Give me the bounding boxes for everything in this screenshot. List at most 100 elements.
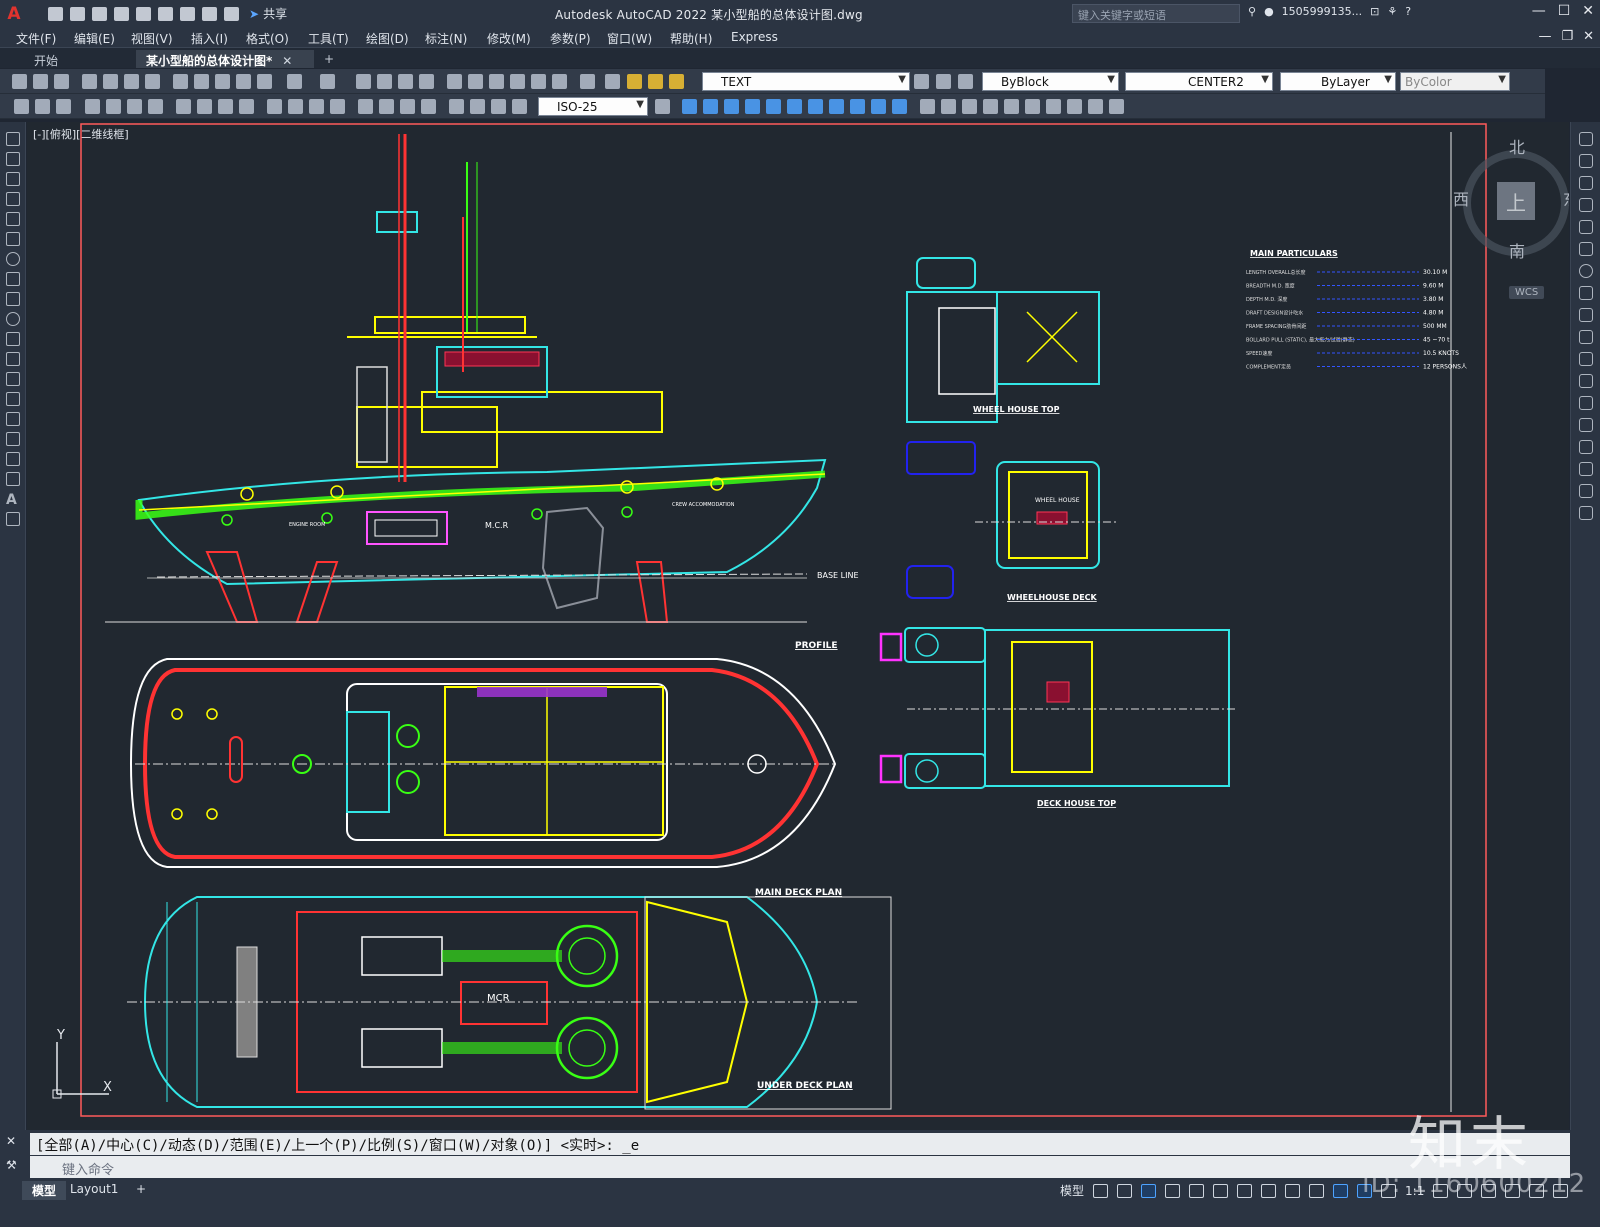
add-layout-button[interactable]: + [126, 1181, 156, 1197]
workspace-settings-icon[interactable] [35, 99, 50, 114]
design-center-icon[interactable] [468, 74, 483, 89]
layer-previous-icon[interactable] [936, 74, 951, 89]
sun-icon[interactable] [648, 74, 663, 89]
dimstyle-manager-icon[interactable] [655, 99, 670, 114]
user-icon[interactable]: ● [1264, 5, 1274, 18]
erase-icon[interactable] [1004, 99, 1019, 114]
break-icon[interactable] [941, 99, 956, 114]
qnew-icon[interactable] [12, 74, 27, 89]
copy-icon[interactable] [1579, 154, 1593, 168]
menu-draw[interactable]: 绘图(D) [366, 30, 409, 47]
close-command-icon[interactable]: ✕ [6, 1134, 16, 1148]
lineweight-dropdown[interactable]: ByLayer ▼ [1280, 72, 1396, 91]
autodesk-app-icon[interactable]: ⚘ [1387, 5, 1397, 18]
dimension-style-icon[interactable] [512, 99, 527, 114]
table-icon[interactable] [6, 472, 20, 486]
command-input[interactable]: 键入命令 [30, 1156, 1570, 1178]
search-icon[interactable]: ⚲ [1248, 5, 1256, 18]
grid-icon[interactable] [1093, 1183, 1109, 1198]
spline-icon[interactable] [6, 292, 20, 306]
menu-edit[interactable]: 编辑(E) [74, 30, 115, 47]
menu-format[interactable]: 格式(O) [246, 30, 289, 47]
match-properties-icon[interactable] [236, 74, 251, 89]
viewcube-top-face[interactable]: 上 [1497, 182, 1535, 220]
compass-west[interactable]: 西 [1453, 186, 1469, 210]
wcs-menu[interactable]: WCS [1509, 286, 1545, 299]
text-front-icon[interactable] [1088, 99, 1103, 114]
inspection-icon[interactable] [400, 99, 415, 114]
explode-icon[interactable] [920, 99, 935, 114]
break-icon[interactable] [1579, 396, 1593, 410]
explode-icon[interactable] [1579, 506, 1593, 520]
scale-icon[interactable] [1579, 286, 1593, 300]
dimension-text-edit-icon[interactable] [470, 99, 485, 114]
menu-window[interactable]: 窗口(W) [607, 30, 652, 47]
cut-icon[interactable] [173, 74, 188, 89]
publish-icon[interactable] [124, 74, 139, 89]
close-icon[interactable]: ✕ [1582, 3, 1594, 19]
draworder-icon[interactable] [1067, 99, 1082, 114]
tolerance-icon[interactable] [358, 99, 373, 114]
mirror-icon[interactable] [766, 99, 781, 114]
snap-icon[interactable] [1117, 1183, 1133, 1198]
3d-print-icon[interactable] [145, 74, 160, 89]
transparency-icon[interactable] [1285, 1183, 1301, 1198]
point-icon[interactable] [6, 392, 20, 406]
menu-modify[interactable]: 修改(M) [487, 30, 531, 47]
make-block-icon[interactable] [6, 372, 20, 386]
ellipse-icon[interactable] [6, 312, 20, 326]
paste-icon[interactable] [215, 74, 230, 89]
diameter-icon[interactable] [218, 99, 233, 114]
group-icon[interactable] [1025, 99, 1040, 114]
stretch-icon[interactable] [724, 99, 739, 114]
redo-icon[interactable] [224, 6, 239, 21]
workspace-icon[interactable] [14, 99, 29, 114]
object-snap-tracking-icon[interactable] [1213, 1183, 1229, 1198]
array-icon[interactable] [871, 99, 886, 114]
angular-icon[interactable] [239, 99, 254, 114]
help-icon[interactable]: ? [1405, 5, 1411, 18]
line-icon[interactable] [6, 132, 20, 146]
ordinate-icon[interactable] [148, 99, 163, 114]
ellipse-arc-icon[interactable] [6, 332, 20, 346]
linear-dimension-icon[interactable] [85, 99, 100, 114]
tab-drawing[interactable]: 某小型船的总体设计图* ✕ [136, 50, 314, 68]
open-icon[interactable] [33, 74, 48, 89]
aligned-dimension-icon[interactable] [106, 99, 121, 114]
hatch-back-icon[interactable] [1109, 99, 1124, 114]
add-selected-icon[interactable] [6, 512, 20, 526]
trim-icon[interactable] [808, 99, 823, 114]
copy-object-icon[interactable] [703, 99, 718, 114]
insert-block-icon[interactable] [6, 352, 20, 366]
compass-north[interactable]: 北 [1509, 134, 1525, 158]
polyline-icon[interactable] [6, 172, 20, 186]
baseline-icon[interactable] [288, 99, 303, 114]
zoom-window-icon[interactable] [398, 74, 413, 89]
close-tab-icon[interactable]: ✕ [282, 54, 292, 68]
ungroup-icon[interactable] [1046, 99, 1061, 114]
make-current-icon[interactable] [914, 74, 929, 89]
radius-icon[interactable] [176, 99, 191, 114]
drawing-canvas[interactable]: [-][俯视][二维线框] BASE LINE M.C.R CREW ACCOM… [27, 122, 1569, 1130]
model-space-label[interactable]: 模型 [1060, 1182, 1084, 1199]
doc-restore-icon[interactable]: ❐ [1561, 29, 1573, 44]
open-file-icon[interactable] [70, 6, 85, 21]
join-icon[interactable] [962, 99, 977, 114]
chamfer-icon[interactable] [1579, 440, 1593, 454]
zoom-previous-icon[interactable] [419, 74, 434, 89]
extend-icon[interactable] [829, 99, 844, 114]
hatch-icon[interactable] [6, 412, 20, 426]
dimension-update-icon[interactable] [491, 99, 506, 114]
ortho-icon[interactable] [1141, 1183, 1157, 1198]
rotate-icon[interactable] [1579, 264, 1593, 278]
extend-icon[interactable] [1579, 352, 1593, 366]
multiline-text-icon[interactable]: A [6, 492, 20, 508]
offset-icon[interactable] [1579, 198, 1593, 212]
arc-length-icon[interactable] [127, 99, 142, 114]
save-as-icon[interactable] [114, 6, 129, 21]
user-name[interactable]: 1505999135... [1282, 5, 1362, 18]
minimize-icon[interactable]: — [1532, 3, 1546, 19]
region-icon[interactable] [6, 452, 20, 466]
pan-icon[interactable] [356, 74, 371, 89]
save-web-icon[interactable] [158, 6, 173, 21]
